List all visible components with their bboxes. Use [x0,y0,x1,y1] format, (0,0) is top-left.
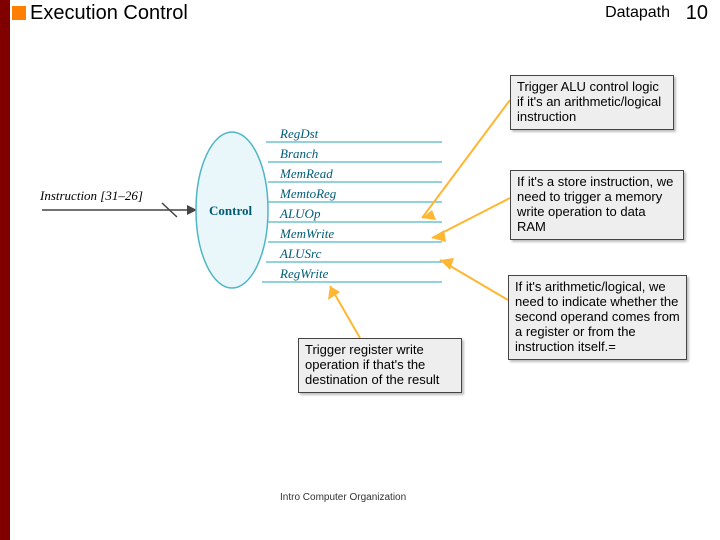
slide-title: Execution Control [30,2,188,25]
signal-label: RegDst [279,126,319,141]
signal-label: ALUOp [279,206,321,221]
signal-group: RegDst Branch MemRead MemtoReg ALUOp Mem… [262,126,442,282]
annotation-mem-write: If it's a store instruction, we need to … [510,170,684,240]
page-number: 10 [686,2,708,25]
slide-accent-bar [0,0,10,540]
control-diagram: Instruction [31–26] Control RegDst Branc… [22,50,442,370]
footer-text: Intro Computer Organization [280,492,406,503]
instruction-label: Instruction [31–26] [39,188,143,203]
control-block-label: Control [209,203,252,218]
signal-label: ALUSrc [279,246,322,261]
signal-label: MemWrite [279,226,334,241]
annotation-reg-write: Trigger register write operation if that… [298,338,462,393]
signal-label: MemtoReg [279,186,337,201]
header-section-label: Datapath [605,4,670,22]
signal-label: Branch [280,146,318,161]
signal-label: RegWrite [279,266,329,281]
annotation-alusrc: If it's arithmetic/logical, we need to i… [508,275,687,360]
signal-label: MemRead [279,166,333,181]
title-square-icon [12,6,26,20]
annotation-alu-control: Trigger ALU control logic if it's an ari… [510,75,674,130]
